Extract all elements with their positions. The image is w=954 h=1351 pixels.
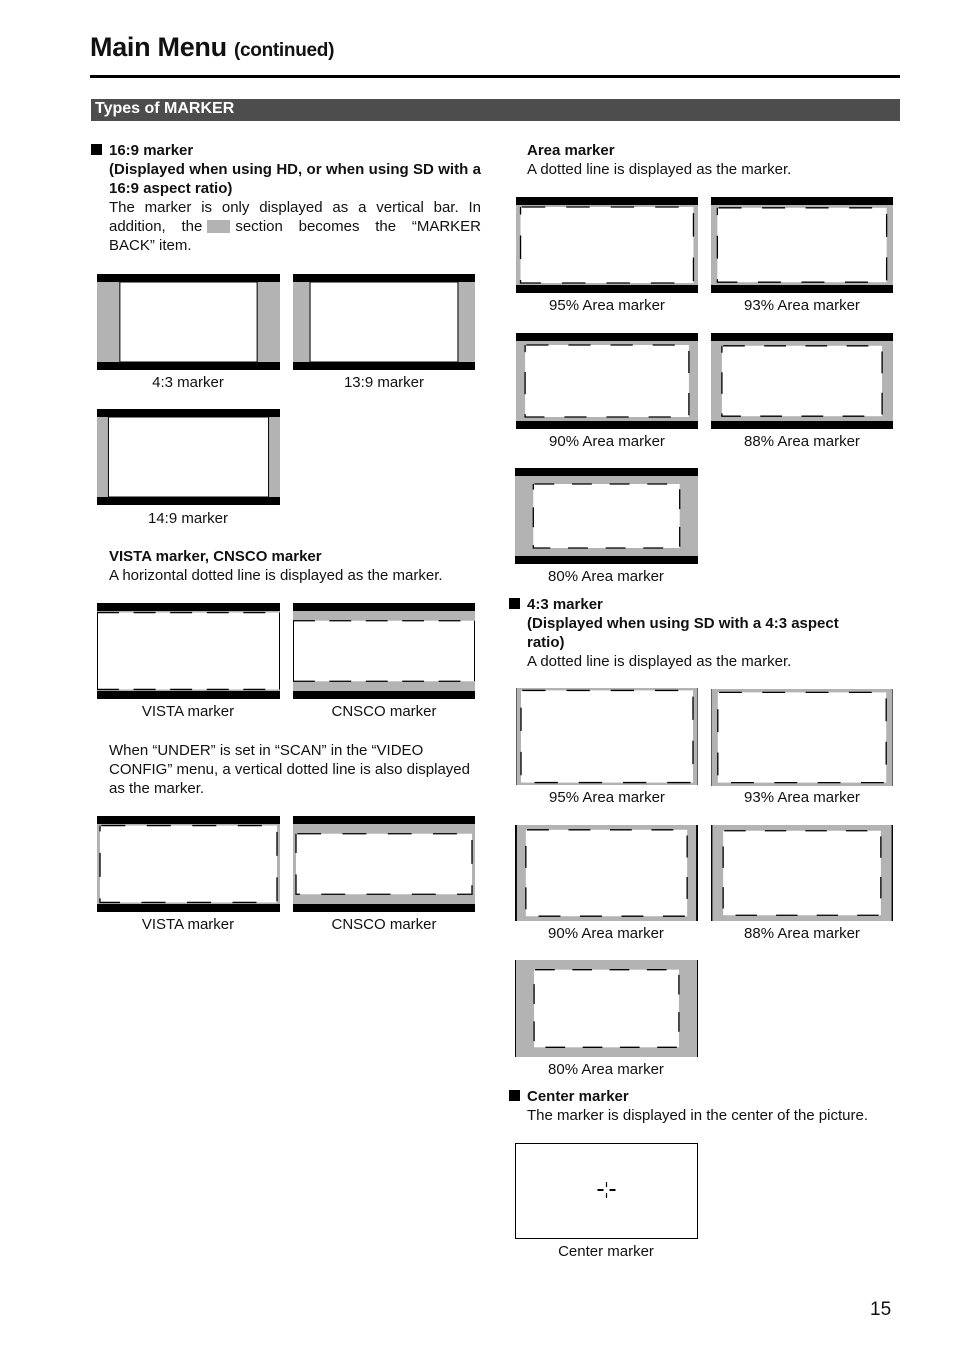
scan-under-note: When “UNDER” is set in “SCAN” in the “VI… bbox=[109, 742, 470, 797]
caption-vista-marker: VISTA marker bbox=[141, 703, 235, 720]
bullet-square-icon bbox=[509, 1090, 520, 1101]
diagram-43-area-90 bbox=[515, 825, 698, 921]
caption-43-area-88: 88% Area marker bbox=[744, 925, 860, 942]
diagram-cnsco-marker bbox=[293, 603, 475, 699]
caption-cnsco-marker-under: CNSCO marker bbox=[331, 916, 437, 933]
picture-area bbox=[97, 612, 280, 690]
area-marker-box-picture bbox=[520, 207, 694, 283]
diagram-13-9-marker bbox=[293, 274, 475, 370]
diagram-43-area-88 bbox=[711, 825, 893, 921]
diagram-center-marker bbox=[515, 1143, 698, 1239]
section-title: Types of MARKER bbox=[95, 100, 235, 117]
area-marker-box-picture bbox=[717, 207, 887, 283]
picture-frame bbox=[515, 1143, 698, 1239]
section-heading-43: 4:3 marker bbox=[527, 596, 603, 613]
section-heading-area: Area marker bbox=[527, 142, 615, 159]
picture-area bbox=[293, 620, 475, 682]
caption-cnsco-marker: CNSCO marker bbox=[331, 703, 437, 720]
diagram-area-93 bbox=[711, 197, 893, 293]
section-subheading-43: (Displayed when using SD with a 4:3 aspe… bbox=[527, 615, 839, 651]
area-marker-box-picture bbox=[533, 484, 680, 548]
area-marker-box-picture bbox=[525, 829, 688, 917]
area-marker-box-picture bbox=[534, 969, 679, 1048]
page-title-main: Main Menu bbox=[90, 32, 227, 62]
area-marker-box-picture bbox=[525, 345, 689, 417]
section-desc-vista: A horizontal dotted line is displayed as… bbox=[109, 567, 443, 584]
page-title: Main Menu (continued) bbox=[90, 32, 334, 63]
area-marker-box-picture bbox=[721, 345, 883, 417]
section-heading-center: Center marker bbox=[527, 1088, 629, 1105]
section-desc-169: The marker is only displayed as a vertic… bbox=[109, 198, 481, 255]
caption-43-area-95: 95% Area marker bbox=[549, 789, 665, 806]
caption-area-93: 93% Area marker bbox=[744, 297, 860, 314]
diagram-43-area-95 bbox=[516, 688, 698, 785]
vertical-bar-marker bbox=[309, 281, 459, 363]
caption-area-90: 90% Area marker bbox=[549, 433, 665, 450]
diagram-area-80 bbox=[515, 468, 698, 564]
caption-43-area-93: 93% Area marker bbox=[744, 789, 860, 806]
diagram-vista-marker-under bbox=[97, 816, 280, 912]
caption-area-80: 80% Area marker bbox=[548, 568, 664, 585]
header-rule bbox=[90, 75, 900, 78]
caption-14-9-marker: 14:9 marker bbox=[147, 510, 229, 527]
diagram-area-88 bbox=[711, 333, 893, 429]
section-bar: Types of MARKER bbox=[91, 99, 900, 121]
vertical-bar-marker bbox=[107, 416, 270, 498]
caption-13-9-marker: 13:9 marker bbox=[343, 374, 425, 391]
diagram-43-area-93 bbox=[711, 689, 893, 786]
caption-area-95: 95% Area marker bbox=[549, 297, 665, 314]
caption-4-3-marker: 4:3 marker bbox=[152, 374, 224, 391]
diagram-vista-marker bbox=[97, 603, 280, 699]
diagram-4-3-marker bbox=[97, 274, 280, 370]
dotted-marker-box-picture bbox=[100, 825, 277, 903]
page-number: 15 bbox=[870, 1299, 892, 1320]
caption-area-88: 88% Area marker bbox=[744, 433, 860, 450]
vertical-bar-marker bbox=[119, 281, 258, 363]
area-marker-box-picture bbox=[717, 692, 887, 783]
bullet-square-icon bbox=[509, 598, 520, 609]
area-marker-box-picture bbox=[520, 690, 694, 783]
caption-vista-marker-under: VISTA marker bbox=[141, 916, 235, 933]
section-heading-169: 16:9 marker bbox=[109, 142, 194, 159]
diagram-area-95 bbox=[516, 197, 698, 293]
caption-43-area-90: 90% Area marker bbox=[548, 925, 664, 942]
section-desc-43: A dotted line is displayed as the marker… bbox=[527, 653, 792, 670]
section-desc-center: The marker is displayed in the center of… bbox=[527, 1107, 869, 1124]
diagram-area-90 bbox=[516, 333, 698, 429]
diagram-14-9-marker bbox=[97, 409, 280, 505]
dotted-marker-box-picture bbox=[296, 833, 472, 895]
page-title-continued: (continued) bbox=[234, 40, 335, 61]
diagram-cnsco-marker-under bbox=[293, 816, 475, 912]
caption-center-marker: Center marker bbox=[558, 1243, 654, 1260]
diagram-43-area-80 bbox=[515, 960, 698, 1057]
area-marker-box-picture bbox=[723, 830, 881, 916]
section-heading-vista: VISTA marker, CNSCO marker bbox=[109, 548, 322, 565]
bullet-square-icon bbox=[91, 144, 102, 155]
section-desc-area: A dotted line is displayed as the marker… bbox=[527, 161, 792, 178]
section-subheading-169: (Displayed when using HD, or when using … bbox=[109, 161, 481, 197]
marker-back-swatch bbox=[207, 220, 231, 233]
caption-43-area-80: 80% Area marker bbox=[548, 1061, 664, 1078]
